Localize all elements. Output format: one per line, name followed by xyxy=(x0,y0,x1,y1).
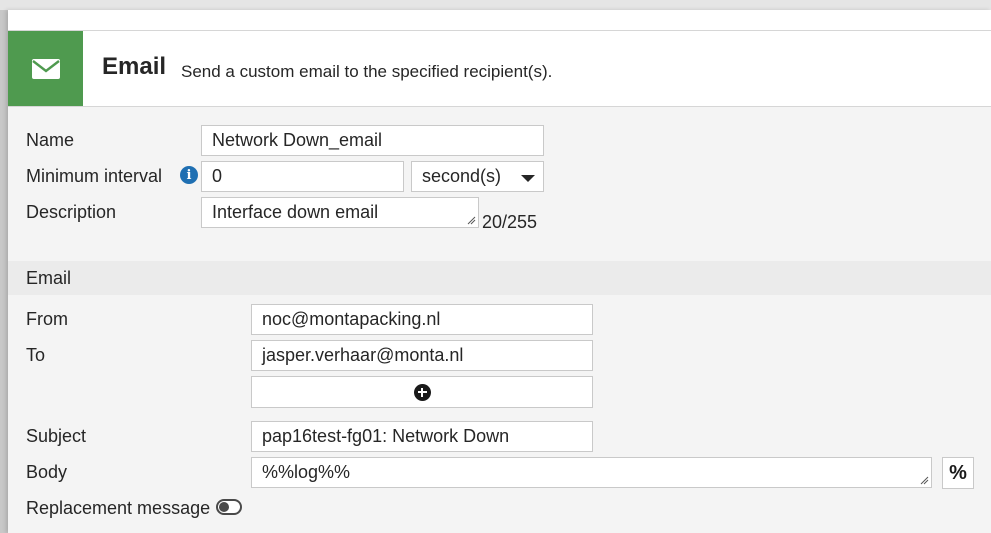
description-label: Description xyxy=(26,202,117,222)
email-action-panel: Email Send a custom email to the specifi… xyxy=(8,10,991,533)
email-section-title: Email xyxy=(26,268,72,288)
min-interval-input[interactable]: 0 xyxy=(201,161,404,192)
chevron-down-icon xyxy=(521,175,535,182)
name-input[interactable]: Network Down_email xyxy=(201,125,544,156)
panel-top-spacer xyxy=(8,10,991,30)
email-section-header: Email xyxy=(8,261,991,295)
plus-circle-icon xyxy=(413,383,431,401)
subject-value: pap16test-fg01: Network Down xyxy=(262,426,510,446)
to-input[interactable]: jasper.verhaar@monta.nl xyxy=(251,340,593,371)
body-textarea[interactable]: %%log%% xyxy=(251,457,932,488)
panel-header: Email Send a custom email to the specifi… xyxy=(8,30,991,107)
name-label: Name xyxy=(26,130,75,150)
from-value: noc@montapacking.nl xyxy=(262,309,441,329)
interval-unit-select[interactable]: second(s) xyxy=(411,161,544,192)
min-interval-value: 0 xyxy=(212,166,223,186)
info-icon[interactable]: i xyxy=(180,166,198,184)
envelope-icon xyxy=(31,58,60,79)
toggle-knob xyxy=(219,502,229,512)
description-textarea[interactable]: Interface down email xyxy=(201,197,479,228)
description-char-counter: 20/255 xyxy=(482,212,538,232)
replacement-message-toggle[interactable] xyxy=(216,499,242,515)
description-value: Interface down email xyxy=(212,202,379,222)
background-strip xyxy=(0,0,991,10)
page-description: Send a custom email to the specified rec… xyxy=(181,62,553,81)
interval-unit-value: second(s) xyxy=(422,166,502,186)
replacement-message-label: Replacement message xyxy=(26,498,211,518)
add-recipient-button[interactable] xyxy=(251,376,593,408)
resize-grip-icon[interactable] xyxy=(466,215,476,225)
page-title: Email xyxy=(102,53,167,80)
body-label: Body xyxy=(26,462,68,482)
to-label: To xyxy=(26,345,46,365)
insert-variable-button[interactable]: % xyxy=(942,457,974,489)
to-value: jasper.verhaar@monta.nl xyxy=(262,345,464,365)
resize-grip-icon[interactable] xyxy=(919,475,929,485)
subject-input[interactable]: pap16test-fg01: Network Down xyxy=(251,421,593,452)
from-input[interactable]: noc@montapacking.nl xyxy=(251,304,593,335)
name-input-value: Network Down_email xyxy=(212,130,383,150)
body-value: %%log%% xyxy=(262,462,351,482)
header-icon-box xyxy=(8,31,83,106)
background-left-edge xyxy=(0,10,8,533)
from-label: From xyxy=(26,309,68,329)
min-interval-label: Minimum interval xyxy=(26,166,163,186)
subject-label: Subject xyxy=(26,426,87,446)
